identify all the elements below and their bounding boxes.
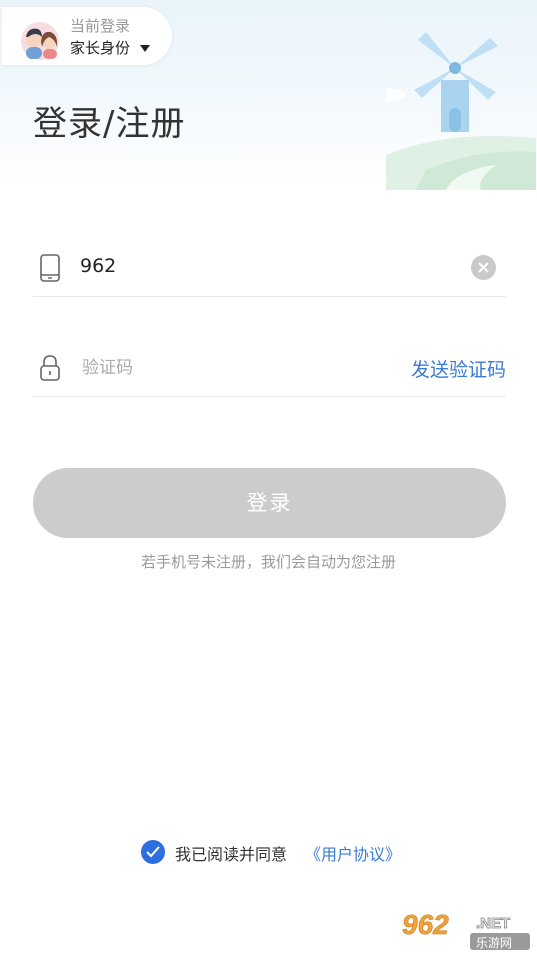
send-code-button[interactable]: 发送验证码 <box>411 355 506 382</box>
agreement-checkbox[interactable] <box>141 840 165 864</box>
clear-input-button[interactable] <box>471 255 496 280</box>
watermark-subtitle: 乐游网 <box>476 936 512 950</box>
page-title: 登录/注册 <box>33 104 186 144</box>
parents-avatar-icon <box>21 22 59 60</box>
phone-field: 962 <box>33 240 506 297</box>
close-icon <box>478 262 489 273</box>
lock-icon <box>40 355 60 381</box>
identity-value: 家长身份 <box>70 39 131 57</box>
identity-switcher[interactable]: 当前登录 家长身份 <box>2 6 173 66</box>
identity-caption: 当前登录 <box>70 17 131 35</box>
windmill-illustration <box>386 32 536 190</box>
phone-input[interactable]: 962 <box>80 255 116 277</box>
login-button[interactable]: 登录 <box>33 468 506 538</box>
watermark-domain: .NET <box>476 915 510 932</box>
site-watermark-logo: 962 .NET 乐游网 <box>398 906 532 952</box>
verification-code-field: 发送验证码 <box>33 340 506 397</box>
user-agreement-link[interactable]: 《用户协议》 <box>305 841 401 865</box>
dropdown-arrow-icon <box>140 45 150 52</box>
watermark-brand: 962 <box>402 909 449 940</box>
verification-code-input[interactable] <box>80 352 344 384</box>
agreement-text: 我已阅读并同意 <box>175 845 288 864</box>
phone-icon <box>40 254 60 282</box>
checkmark-icon <box>146 846 160 858</box>
auto-register-hint: 若手机号未注册，我们会自动为您注册 <box>140 553 396 571</box>
